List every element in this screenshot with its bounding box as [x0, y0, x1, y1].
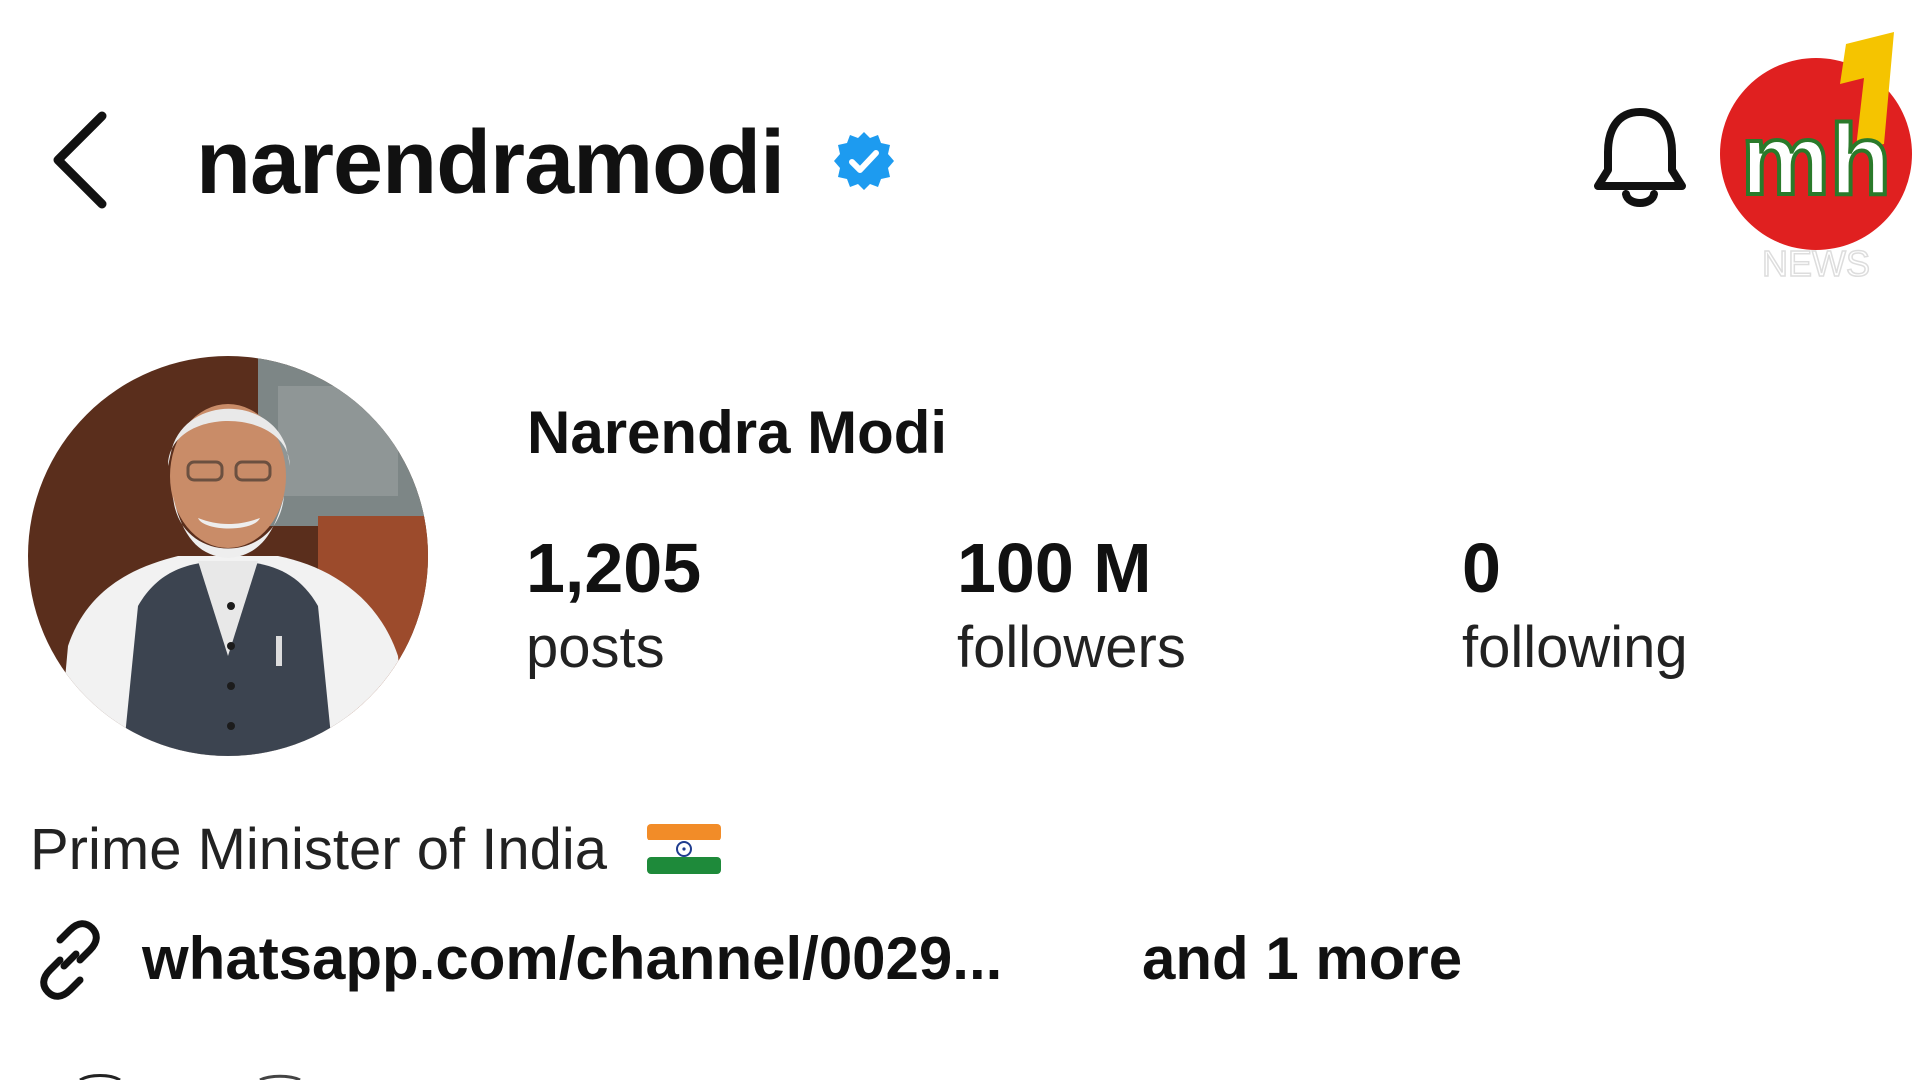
verified-badge-icon [834, 132, 894, 190]
back-button[interactable] [46, 110, 116, 210]
profile-photo [28, 356, 428, 756]
followers-count: 100 M [957, 529, 1152, 607]
followers-label: followers [957, 615, 1186, 680]
following-count: 0 [1462, 529, 1501, 607]
mh1-news-logo: mh NEWS [1716, 24, 1920, 285]
posts-stat[interactable]: 1,205 posts [526, 528, 701, 688]
profile-avatar[interactable] [28, 356, 428, 756]
profile-header: narendramodi mh NEWS [0, 0, 1920, 285]
link-icon [40, 920, 100, 1000]
profile-bio: Prime Minister of India [30, 810, 722, 890]
more-links-button[interactable]: and 1 more [1142, 914, 1462, 1004]
following-stat[interactable]: 0 following [1462, 528, 1688, 688]
notifications-bell-button[interactable] [1590, 104, 1690, 214]
logo-caption: NEWS [1762, 243, 1870, 284]
bell-icon [1594, 108, 1686, 207]
posts-label: posts [526, 615, 665, 680]
followers-stat[interactable]: 100 M followers [957, 528, 1186, 688]
following-label: following [1462, 615, 1688, 680]
bio-text: Prime Minister of India [30, 817, 607, 882]
profile-page: narendramodi mh NEWS Narendra Modi 1,205… [0, 0, 1920, 1080]
profile-link[interactable]: whatsapp.com/channel/0029... [142, 914, 1002, 1004]
chevron-left-icon [53, 111, 107, 209]
next-section-peek [79, 1074, 301, 1080]
posts-count: 1,205 [526, 529, 702, 607]
logo-text: mh [1741, 104, 1891, 216]
india-flag-icon [647, 823, 722, 874]
profile-username: narendramodi [196, 113, 785, 213]
profile-display-name: Narendra Modi [527, 399, 948, 466]
